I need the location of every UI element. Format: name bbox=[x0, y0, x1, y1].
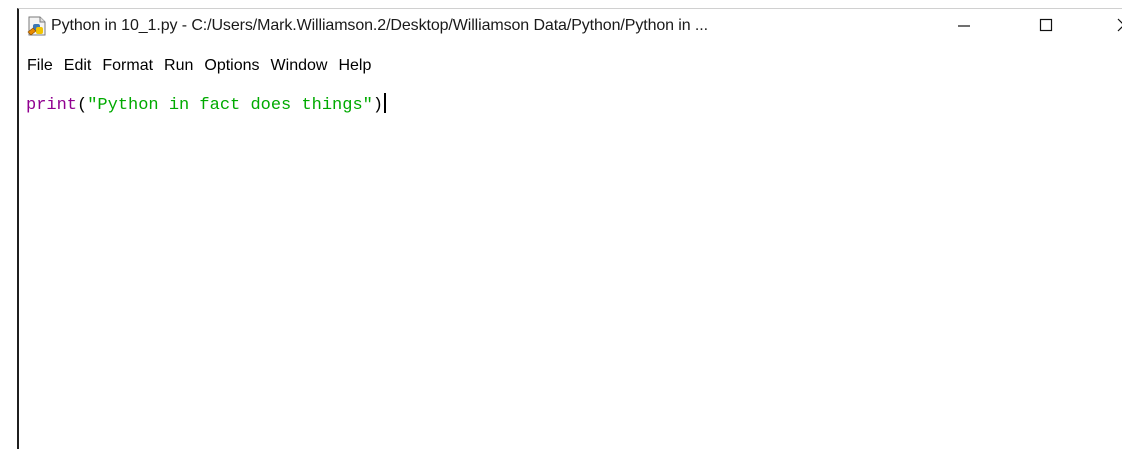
idle-file-icon bbox=[26, 15, 48, 37]
menu-bar: File Edit Format Run Options Window Help bbox=[19, 54, 1122, 78]
menu-file[interactable]: File bbox=[23, 57, 57, 75]
title-bar[interactable]: Python in 10_1.py - C:/Users/Mark.Willia… bbox=[19, 9, 1122, 46]
menu-window[interactable]: Window bbox=[267, 57, 332, 75]
code-line: print("Python in fact does things") bbox=[26, 93, 387, 116]
open-paren-token: ( bbox=[77, 96, 88, 115]
text-cursor bbox=[384, 93, 387, 113]
menu-options[interactable]: Options bbox=[200, 57, 263, 75]
window-title: Python in 10_1.py - C:/Users/Mark.Willia… bbox=[51, 17, 708, 34]
close-icon bbox=[1117, 18, 1122, 37]
builtin-token: print bbox=[26, 96, 78, 115]
string-token: "Python in fact does things" bbox=[87, 96, 373, 115]
menu-edit[interactable]: Edit bbox=[60, 57, 96, 75]
maximize-button[interactable] bbox=[1023, 9, 1069, 45]
maximize-icon bbox=[1039, 18, 1053, 37]
close-button[interactable] bbox=[1101, 9, 1122, 45]
minimize-icon bbox=[957, 18, 971, 37]
menu-help[interactable]: Help bbox=[334, 57, 375, 75]
idle-editor-window: Python in 10_1.py - C:/Users/Mark.Willia… bbox=[17, 8, 1122, 449]
code-editor[interactable]: print("Python in fact does things") bbox=[19, 81, 1122, 449]
minimize-button[interactable] bbox=[941, 9, 987, 45]
menu-run[interactable]: Run bbox=[160, 57, 197, 75]
close-paren-token: ) bbox=[372, 96, 384, 115]
menu-format[interactable]: Format bbox=[98, 57, 157, 75]
